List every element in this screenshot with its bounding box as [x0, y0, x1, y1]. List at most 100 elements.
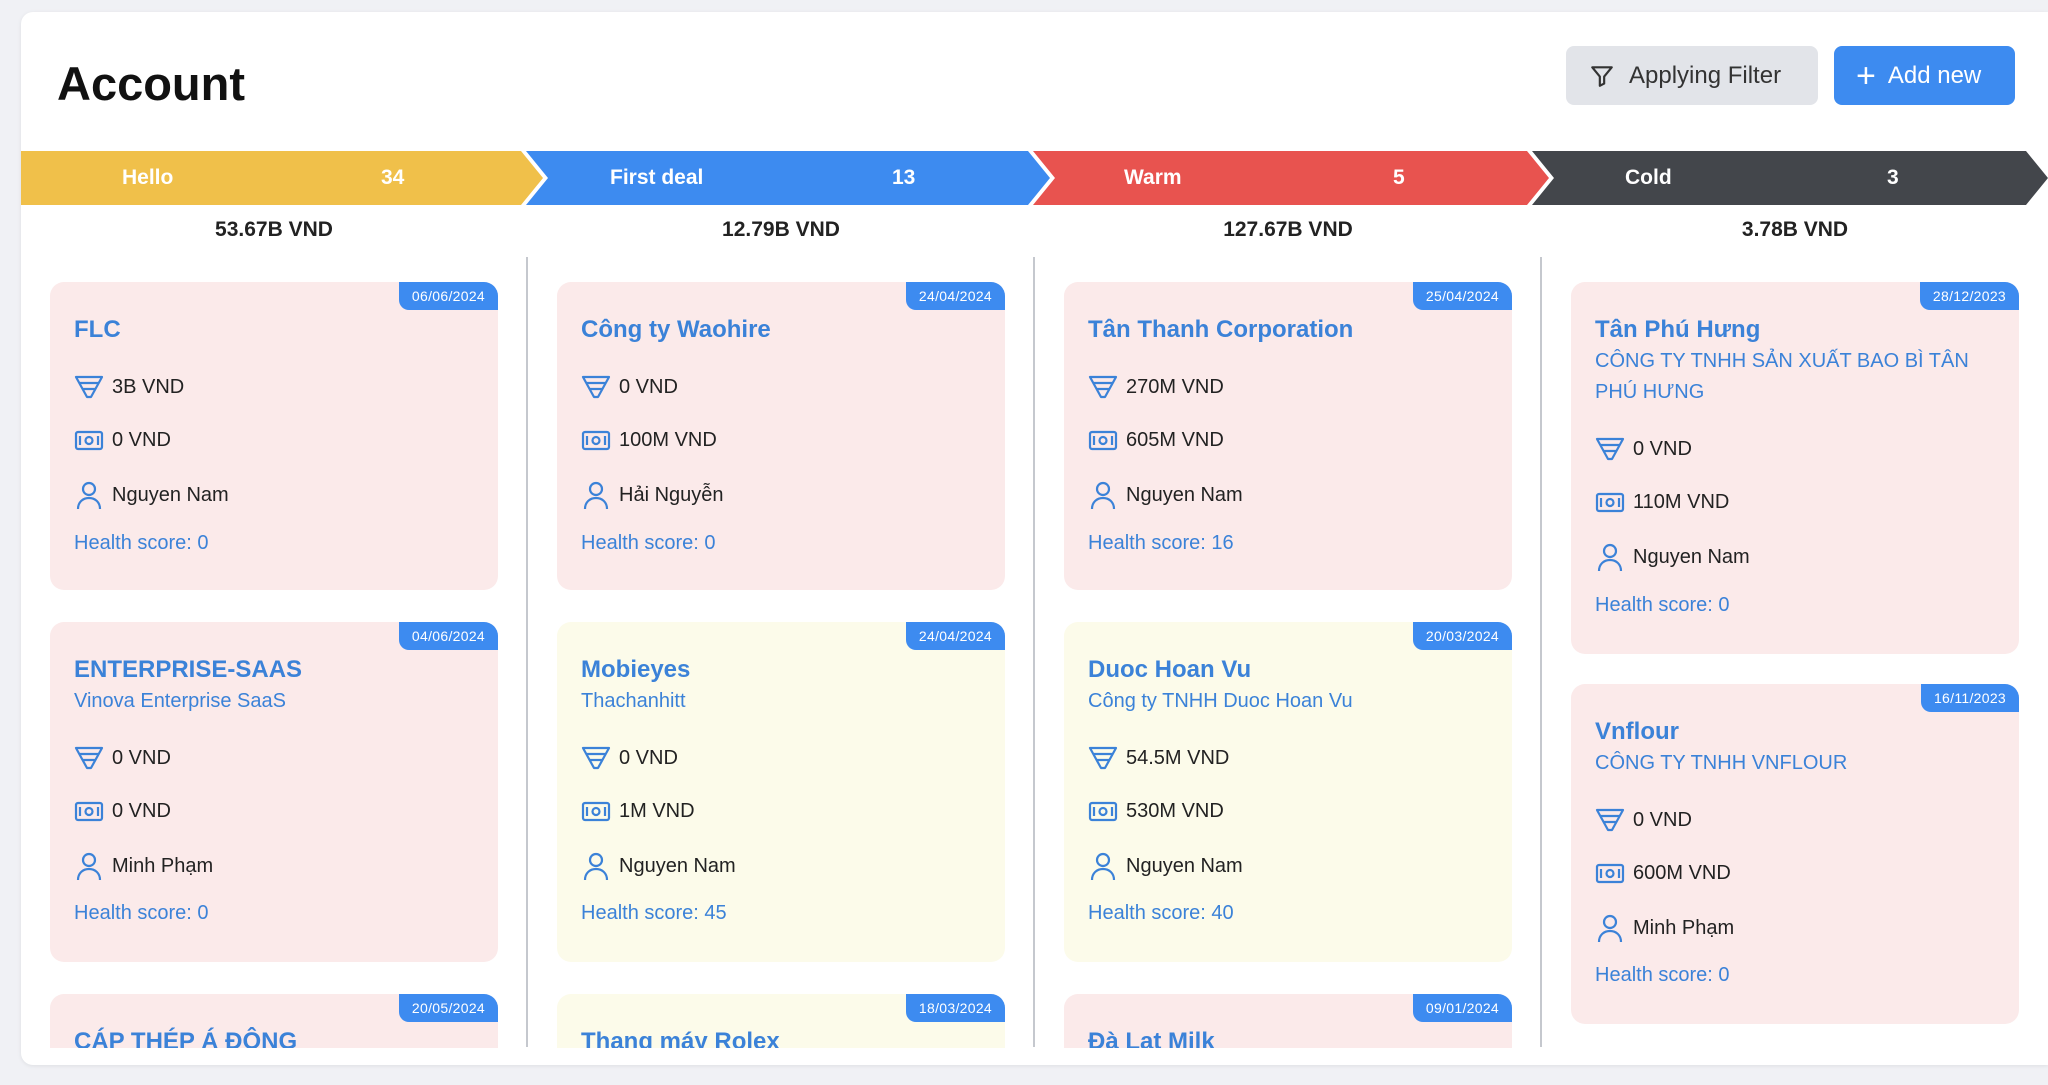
card-subtitle: CÔNG TY TNHH VNFLOUR: [1595, 752, 1848, 774]
owner-row: Hải Nguyễn: [581, 480, 724, 510]
revenue-value: 1M VND: [619, 799, 695, 822]
deal-value: 0 VND: [619, 746, 678, 769]
owner-name: Nguyen Nam: [619, 854, 736, 877]
owner-row: Nguyen Nam: [1088, 480, 1243, 510]
health-score: Health score: 0: [581, 532, 716, 554]
account-card[interactable]: 20/05/2024 CÁP THÉP Á ĐÔNG: [50, 994, 498, 1048]
card-title[interactable]: Thang máy Rolex: [581, 1028, 780, 1048]
deal-value: 270M VND: [1126, 375, 1224, 398]
owner-row: Nguyen Nam: [74, 480, 229, 510]
page-title: Account: [57, 57, 245, 110]
stage-warm-count: 5: [1393, 166, 1405, 189]
money-icon: [1088, 801, 1118, 822]
revenue-row: 0 VND: [74, 427, 171, 453]
funnel-icon: [1088, 746, 1118, 770]
account-card[interactable]: 24/04/2024 Mobieyes Thachanhitt 0 VND 1M…: [557, 622, 1005, 962]
deal-row: 0 VND: [581, 374, 678, 400]
date-badge: 20/03/2024: [1412, 622, 1512, 650]
account-card[interactable]: 25/04/2024 Tân Thanh Corporation 270M VN…: [1064, 282, 1512, 590]
health-score: Health score: 0: [74, 532, 209, 554]
add-new-button[interactable]: + Add new: [1834, 46, 2015, 105]
card-title[interactable]: Tân Phú Hưng: [1595, 316, 1760, 344]
filter-icon: [1591, 65, 1613, 87]
health-score: Health score: 16: [1088, 532, 1234, 554]
date-badge: 24/04/2024: [905, 622, 1005, 650]
owner-row: Nguyen Nam: [1595, 542, 1750, 572]
account-card[interactable]: 18/03/2024 Thang máy Rolex: [557, 994, 1005, 1048]
card-subtitle: CÔNG TY TNHH SẢN XUẤT BAO BÌ TÂN PHÚ HƯN…: [1595, 350, 1969, 403]
date-badge: 16/11/2023: [1920, 684, 2019, 712]
owner-name: Minh Phạm: [112, 854, 214, 877]
account-card[interactable]: 16/11/2023 Vnflour CÔNG TY TNHH VNFLOUR …: [1571, 684, 2019, 1024]
deal-row: 0 VND: [1595, 436, 1692, 462]
owner-row: Nguyen Nam: [1088, 851, 1243, 881]
account-card[interactable]: 04/06/2024 ENTERPRISE-SAAS Vinova Enterp…: [50, 622, 498, 962]
card-title[interactable]: CÁP THÉP Á ĐÔNG: [74, 1028, 297, 1048]
card-title[interactable]: Tân Thanh Corporation: [1088, 316, 1353, 344]
user-icon: [583, 481, 609, 510]
owner-row: Minh Phạm: [74, 851, 213, 881]
revenue-value: 600M VND: [1633, 861, 1731, 884]
card-title[interactable]: Đà Lat Milk: [1088, 1028, 1215, 1048]
health-score: Health score: 0: [74, 902, 209, 924]
money-icon: [581, 801, 611, 822]
money-icon: [74, 430, 104, 451]
column-divider: [526, 257, 528, 1047]
funnel-icon: [581, 746, 611, 770]
funnel-icon: [1088, 375, 1118, 399]
stage-warm-name: Warm: [1124, 166, 1182, 189]
pipeline-stages: Hello 34 First deal 13 Warm 5 Cold 3: [21, 151, 2048, 205]
card-title[interactable]: Công ty Waohire: [581, 316, 771, 344]
account-card[interactable]: 20/03/2024 Duoc Hoan Vu Công ty TNHH Duo…: [1064, 622, 1512, 962]
owner-name: Nguyen Nam: [1126, 483, 1243, 506]
column-divider: [1540, 257, 1542, 1047]
date-badge: 09/01/2024: [1412, 994, 1512, 1022]
owner-name: Hải Nguyễn: [619, 483, 724, 506]
deal-row: 0 VND: [581, 745, 678, 771]
stage-first-deal-total: 12.79B VND: [722, 218, 840, 241]
health-score: Health score: 0: [1595, 964, 1730, 986]
revenue-row: 605M VND: [1088, 427, 1224, 453]
applying-filter-button[interactable]: Applying Filter: [1566, 46, 1818, 105]
revenue-value: 100M VND: [619, 428, 717, 451]
date-badge: 24/04/2024: [905, 282, 1005, 310]
funnel-icon: [1595, 437, 1625, 461]
account-card[interactable]: 06/06/2024 FLC 3B VND 0 VND Nguyen Nam H…: [50, 282, 498, 590]
funnel-icon: [1595, 808, 1625, 832]
date-badge: 18/03/2024: [905, 994, 1005, 1022]
deal-row: 0 VND: [74, 745, 171, 771]
card-title[interactable]: FLC: [74, 316, 121, 344]
account-card[interactable]: 28/12/2023 Tân Phú Hưng CÔNG TY TNHH SẢN…: [1571, 282, 2019, 654]
owner-name: Minh Phạm: [1633, 916, 1735, 939]
deal-row: 270M VND: [1088, 374, 1224, 400]
column-divider: [1033, 257, 1035, 1047]
column-first-deal: 24/04/2024 Công ty Waohire 0 VND 100M VN…: [557, 272, 1005, 1048]
user-icon: [1597, 914, 1623, 943]
stage-arrows: [21, 151, 2048, 205]
account-card[interactable]: 24/04/2024 Công ty Waohire 0 VND 100M VN…: [557, 282, 1005, 590]
card-subtitle: Công ty TNHH Duoc Hoan Vu: [1088, 690, 1353, 712]
revenue-value: 530M VND: [1126, 799, 1224, 822]
stage-arrow-cold: [1532, 151, 2048, 205]
money-icon: [74, 801, 104, 822]
deal-value: 0 VND: [1633, 437, 1692, 460]
date-badge: 28/12/2023: [1919, 282, 2019, 310]
date-badge: 20/05/2024: [398, 994, 498, 1022]
deal-row: 54.5M VND: [1088, 745, 1229, 771]
account-card[interactable]: 09/01/2024 Đà Lat Milk: [1064, 994, 1512, 1048]
card-subtitle: Thachanhitt: [581, 690, 686, 712]
add-button-label: Add new: [1887, 61, 1982, 89]
stage-cold-name: Cold: [1625, 166, 1672, 189]
card-title[interactable]: ENTERPRISE-SAAS: [74, 656, 302, 684]
card-title[interactable]: Duoc Hoan Vu: [1088, 656, 1251, 684]
deal-value: 0 VND: [619, 375, 678, 398]
card-title[interactable]: Vnflour: [1595, 718, 1679, 746]
card-title[interactable]: Mobieyes: [581, 656, 690, 684]
deal-row: 3B VND: [74, 374, 184, 400]
health-score: Health score: 40: [1088, 902, 1234, 924]
user-icon: [1090, 852, 1116, 881]
stage-arrow-first-deal: [526, 151, 1050, 205]
column-hello: 06/06/2024 FLC 3B VND 0 VND Nguyen Nam H…: [50, 272, 498, 1048]
user-icon: [1090, 481, 1116, 510]
owner-row: Minh Phạm: [1595, 913, 1734, 943]
